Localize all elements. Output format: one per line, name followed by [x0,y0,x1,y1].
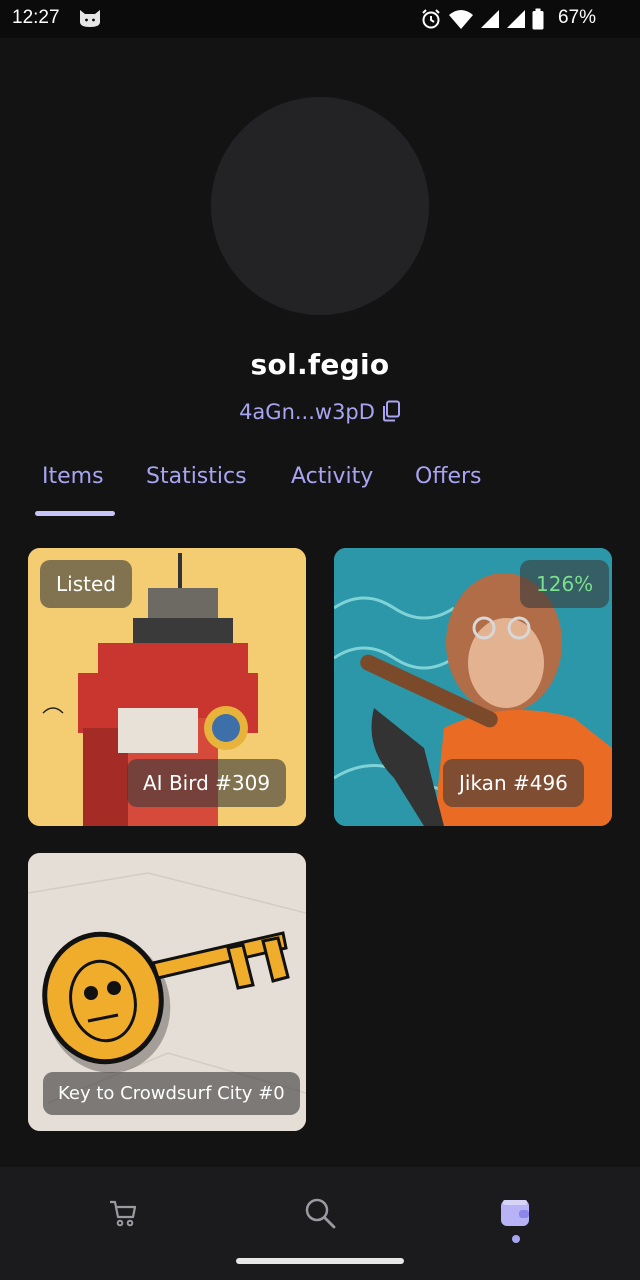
tab-activity[interactable]: Activity [291,464,373,489]
nft-card-jikan[interactable]: 126% Jikan #496 [334,548,612,826]
change-badge: 126% [520,560,610,608]
wifi-icon [449,10,473,29]
battery-percent: 67% [557,7,596,28]
listed-badge: Listed [40,560,132,608]
nft-name: Key to Crowdsurf City #0 [43,1072,300,1115]
nft-card-key[interactable]: Key to Crowdsurf City #0 [28,853,306,1131]
home-indicator[interactable] [236,1258,404,1264]
wallet-address-text: 4aGn...w3pD [239,400,375,424]
bottom-nav [0,1167,640,1280]
nav-marketplace[interactable] [100,1190,146,1236]
status-bar: 12:27 67% [0,0,640,38]
signal-icon [481,10,499,28]
alarm-icon [422,9,440,29]
nav-active-dot [512,1235,520,1243]
status-time: 12:27 [12,7,60,28]
wallet-icon [501,1200,529,1226]
profile-username: sol.fegio [250,348,390,381]
tab-offers[interactable]: Offers [415,464,482,489]
tab-statistics[interactable]: Statistics [146,464,247,489]
tab-active-indicator [35,511,115,516]
nav-wallet[interactable] [493,1190,539,1236]
app-cat-icon [80,10,100,27]
signal-icon-2 [507,10,525,28]
battery-icon [532,8,544,30]
status-icons [420,8,544,30]
cart-icon [110,1200,137,1227]
nav-search[interactable] [297,1190,343,1236]
tab-items[interactable]: Items [42,464,104,489]
copy-icon[interactable] [381,400,401,422]
nft-name: Jikan #496 [443,759,584,807]
wallet-address[interactable]: 4aGn...w3pD [0,400,640,424]
nft-name: AI Bird #309 [127,759,287,807]
avatar [211,97,429,315]
nft-card-ai-bird[interactable]: Listed AI Bird #309 [28,548,306,826]
search-icon [305,1198,336,1229]
